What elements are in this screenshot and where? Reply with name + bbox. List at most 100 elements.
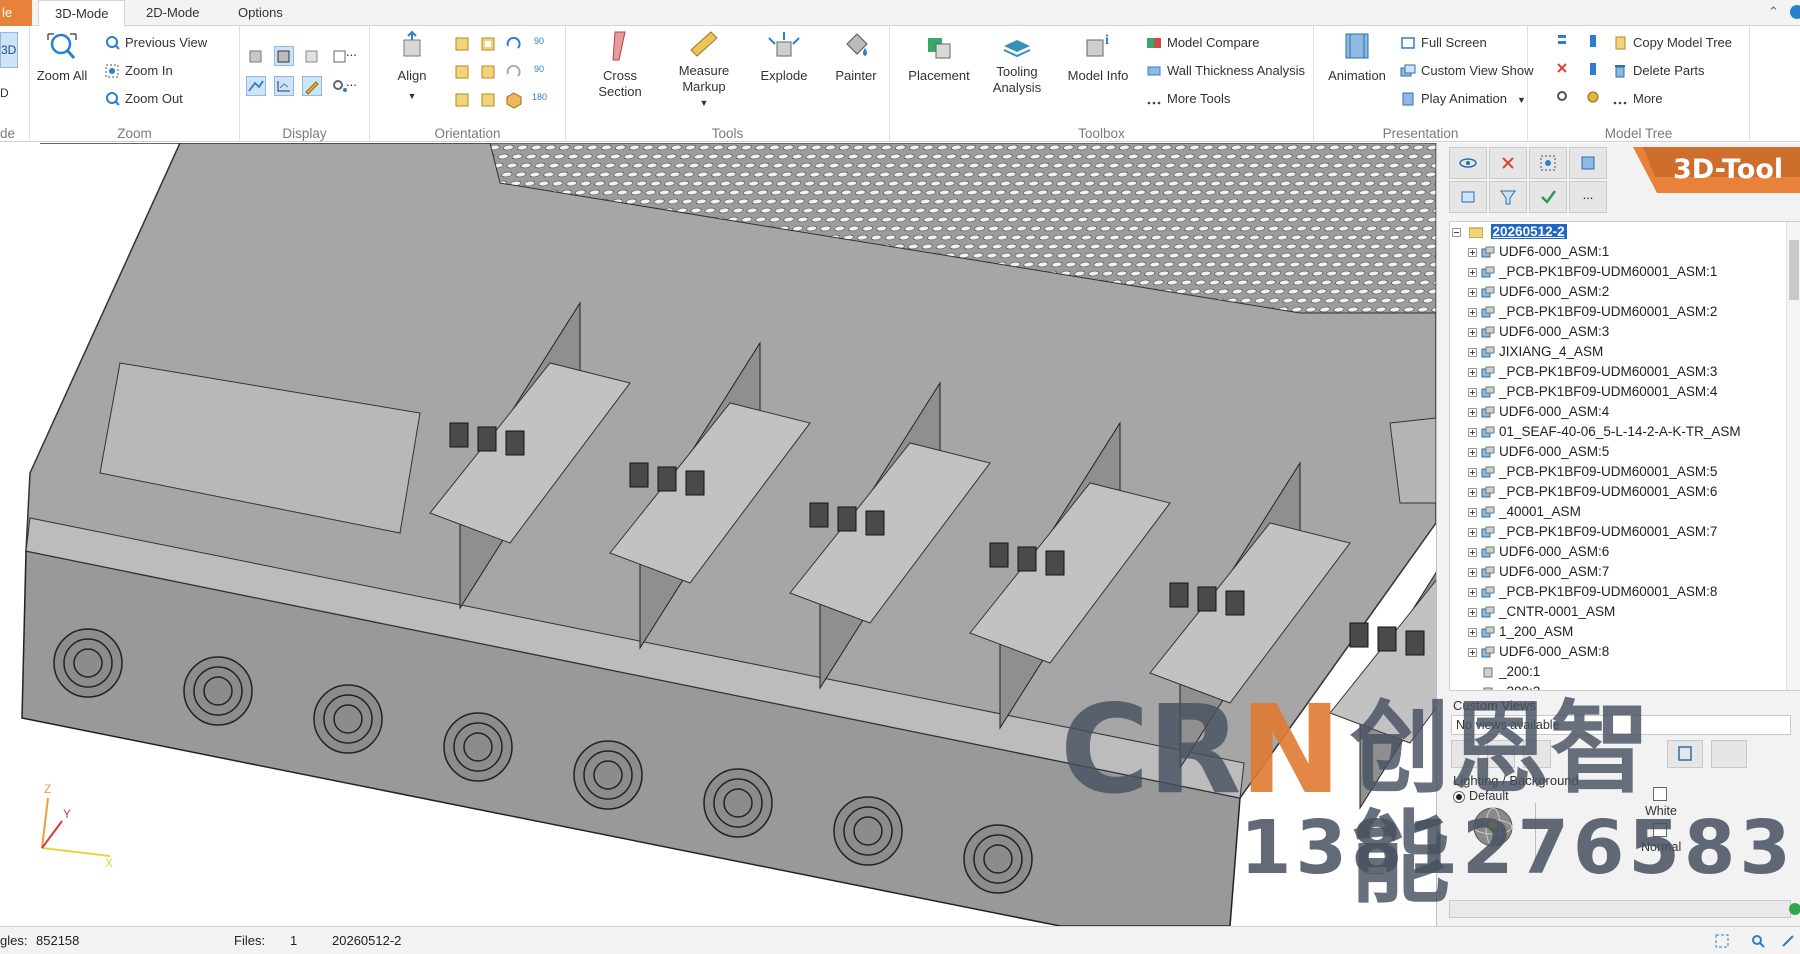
painter-button[interactable]: Painter xyxy=(816,30,896,84)
expand-icon[interactable] xyxy=(1468,588,1477,597)
tree-item[interactable]: UDF6-000_ASM:6 xyxy=(1468,542,1609,562)
normal-background-checkbox[interactable] xyxy=(1653,823,1667,837)
display-hidden-lines-icon[interactable] xyxy=(274,76,294,96)
display-shaded-icon[interactable] xyxy=(246,46,266,66)
play-animation-dropdown-icon[interactable]: ▼ xyxy=(1517,95,1526,105)
rotate-180-button[interactable]: 180 xyxy=(532,92,547,102)
tree-scrollbar[interactable] xyxy=(1786,222,1800,690)
check-button[interactable] xyxy=(1529,181,1567,213)
custom-views-select[interactable]: No views available xyxy=(1451,715,1791,735)
delete-parts-button[interactable]: Delete Parts xyxy=(1612,60,1705,82)
more-tools-button[interactable]: More Tools xyxy=(1146,88,1230,110)
display-edges-icon[interactable] xyxy=(246,76,266,96)
3d-mode-button[interactable]: 3D xyxy=(0,32,18,68)
tree-root[interactable]: 20260512-2 xyxy=(1452,222,1567,242)
expand-icon[interactable] xyxy=(1468,288,1477,297)
expand-icon[interactable] xyxy=(1468,508,1477,517)
rotate-90-button[interactable]: 90 xyxy=(534,36,544,46)
tree-remove-icon[interactable] xyxy=(1554,60,1574,80)
expand-icon[interactable] xyxy=(1468,468,1477,477)
expand-icon[interactable] xyxy=(1468,648,1477,657)
tree-item[interactable]: UDF6-000_ASM:7 xyxy=(1468,562,1609,582)
view-next-button[interactable] xyxy=(1523,740,1551,768)
default-radio[interactable] xyxy=(1453,791,1465,803)
view-front-icon[interactable] xyxy=(452,34,472,54)
expand-icon[interactable] xyxy=(1468,368,1477,377)
tree-item[interactable]: _CNTR-0001_ASM xyxy=(1468,602,1615,622)
zoom-out-button[interactable]: Zoom Out xyxy=(104,88,183,110)
tree-item[interactable]: _PCB-PK1BF09-UDM60001_ASM:5 xyxy=(1468,462,1717,482)
show-parts-button[interactable] xyxy=(1449,147,1487,179)
tree-item[interactable]: _200:2 xyxy=(1468,682,1540,690)
expand-icon[interactable] xyxy=(1468,388,1477,397)
zoom-in-button[interactable]: Zoom In xyxy=(104,60,173,82)
expand-icon[interactable] xyxy=(1468,328,1477,337)
white-background-checkbox[interactable] xyxy=(1653,787,1667,801)
display-more-button[interactable]: ... xyxy=(346,44,357,59)
tree-item[interactable]: 1_200_ASM xyxy=(1468,622,1573,642)
view-back-icon[interactable] xyxy=(478,34,498,54)
tree-item[interactable]: JIXIANG_4_ASM xyxy=(1468,342,1603,362)
view-right-icon[interactable] xyxy=(478,62,498,82)
tree-item[interactable]: _PCB-PK1BF09-UDM60001_ASM:6 xyxy=(1468,482,1717,502)
help-icon[interactable] xyxy=(1790,5,1800,19)
display-more-button-2[interactable]: ... xyxy=(346,74,357,89)
expand-icon[interactable] xyxy=(1468,348,1477,357)
previous-view-button[interactable]: Previous View xyxy=(104,32,207,54)
model-tree[interactable]: 20260512-2 UDF6-000_ASM:1 _PCB-PK1BF09-UD… xyxy=(1449,221,1800,691)
display-shaded-edges-icon[interactable] xyxy=(274,46,294,66)
view-prev-button[interactable] xyxy=(1487,740,1515,768)
tree-up-button[interactable] xyxy=(1449,181,1487,213)
cad-model-render[interactable]: Z Y X xyxy=(0,143,1436,926)
view-iso-icon[interactable] xyxy=(504,90,524,110)
expand-icon[interactable] xyxy=(1468,548,1477,557)
file-tab[interactable]: le xyxy=(0,0,32,26)
tree-item[interactable]: UDF6-000_ASM:8 xyxy=(1468,642,1609,662)
measure-markup-button[interactable]: Measure Markup ▼ xyxy=(660,28,748,111)
expand-icon[interactable] xyxy=(1468,628,1477,637)
hide-parts-button[interactable] xyxy=(1489,147,1527,179)
3d-viewport[interactable]: Z Y X xyxy=(0,143,1436,926)
view-delete-button[interactable] xyxy=(1711,740,1747,768)
full-screen-button[interactable]: Full Screen xyxy=(1400,32,1487,54)
display-transparent-icon[interactable] xyxy=(302,46,322,66)
collapse-icon[interactable] xyxy=(1452,228,1461,237)
tree-item[interactable]: UDF6-000_ASM:4 xyxy=(1468,402,1609,422)
tree-item[interactable]: _40001_ASM xyxy=(1468,502,1581,522)
rotate-icon[interactable] xyxy=(504,34,524,54)
zoom-status-icon[interactable] xyxy=(1750,933,1766,949)
align-dropdown-icon[interactable]: ▼ xyxy=(388,88,436,104)
expand-icon[interactable] xyxy=(1468,268,1477,277)
model-tree-more-button[interactable]: More xyxy=(1612,88,1663,110)
model-compare-button[interactable]: Model Compare xyxy=(1146,32,1260,54)
tree-list-icon[interactable] xyxy=(1584,32,1604,52)
tree-item[interactable]: _PCB-PK1BF09-UDM60001_ASM:3 xyxy=(1468,362,1717,382)
expand-icon[interactable] xyxy=(1468,248,1477,257)
measure-dropdown-icon[interactable]: ▼ xyxy=(660,95,748,111)
filter-button[interactable] xyxy=(1489,181,1527,213)
tree-show-icon[interactable] xyxy=(1554,32,1574,52)
tooling-analysis-button[interactable]: Tooling Analysis xyxy=(982,30,1052,96)
expand-icon[interactable] xyxy=(1468,308,1477,317)
expand-icon[interactable] xyxy=(1468,608,1477,617)
tree-settings-icon[interactable] xyxy=(1584,88,1604,108)
tree-item[interactable]: 01_SEAF-40-06_5-L-14-2-A-K-TR_ASM xyxy=(1468,422,1741,442)
view-bottom-icon[interactable] xyxy=(478,90,498,110)
tree-item[interactable]: UDF6-000_ASM:3 xyxy=(1468,322,1609,342)
expand-icon[interactable] xyxy=(1468,528,1477,537)
pan-status-icon[interactable] xyxy=(1780,933,1796,949)
expand-icon[interactable] xyxy=(1468,568,1477,577)
rotate-90-button-2[interactable]: 90 xyxy=(534,64,544,74)
tree-scroll-thumb[interactable] xyxy=(1789,240,1799,300)
tree-item[interactable]: _PCB-PK1BF09-UDM60001_ASM:2 xyxy=(1468,302,1717,322)
tree-search-icon[interactable] xyxy=(1554,88,1574,108)
focus-parts-button[interactable] xyxy=(1529,147,1567,179)
tree-item[interactable]: UDF6-000_ASM:2 xyxy=(1468,282,1609,302)
wall-thickness-button[interactable]: Wall Thickness Analysis xyxy=(1146,60,1305,82)
fit-view-icon[interactable] xyxy=(1714,933,1730,949)
tab-2d-mode[interactable]: 2D-Mode xyxy=(130,0,215,27)
tab-options[interactable]: Options xyxy=(222,0,299,27)
light-sphere-icon[interactable] xyxy=(1471,805,1515,849)
tree-filter-icon[interactable] xyxy=(1584,60,1604,80)
animation-button[interactable]: Animation xyxy=(1322,30,1392,84)
